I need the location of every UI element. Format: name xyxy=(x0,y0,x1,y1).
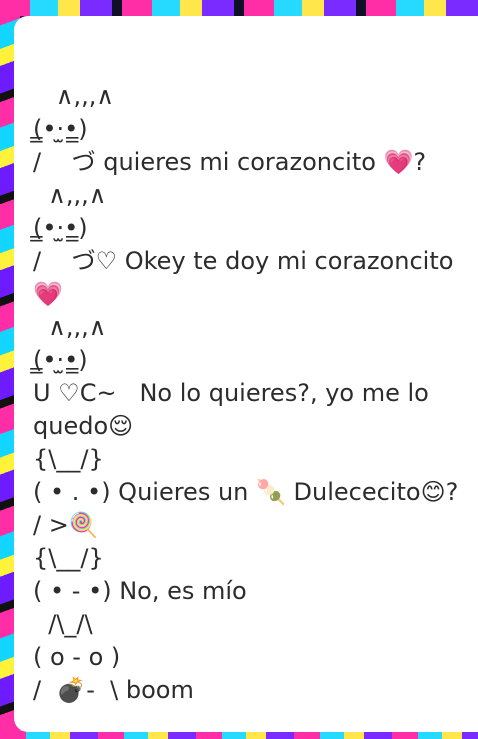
post-text-line: ( • . •) Quieres un 🍡 Dulececito😊? xyxy=(33,478,459,506)
post-text-line: {\__/} xyxy=(33,445,104,473)
background-artwork-bottom xyxy=(0,731,478,739)
post-text-line: {\__/} xyxy=(33,544,104,572)
background-artwork-top xyxy=(0,0,478,16)
post-card: ∧,,,∧ (̳•·̫•̳) / づ quieres mi corazoncit… xyxy=(14,16,478,732)
post-text-line: U ♡C~ No lo quieres?, yo me lo xyxy=(33,379,429,407)
post-text-line: ∧,,,∧ xyxy=(33,181,107,209)
post-text-line: ( • - •) No, es mío xyxy=(33,577,247,605)
post-text-line: 💗 xyxy=(33,280,63,308)
post-text-line: ∧,,,∧ xyxy=(33,82,114,110)
post-text-line: (̳•·̫•̳) xyxy=(33,346,88,374)
post-text-line: ∧,,,∧ xyxy=(33,313,107,341)
post-text-line: (̳•·̫•̳) xyxy=(33,115,88,143)
post-text-line: / >🍭 xyxy=(33,511,99,539)
post-text-line: ( o - o ) xyxy=(33,643,121,671)
post-text-line: quedo😌 xyxy=(33,412,134,440)
post-text-line: / づ quieres mi corazoncito 💗? xyxy=(33,148,427,176)
post-text-line: /\_/\ xyxy=(33,610,93,638)
post-text-line: (̳•·̫•̳) xyxy=(33,214,88,242)
post-text-line: / 💣- \ boom xyxy=(33,676,194,704)
post-text-line: / づ♡ Okey te doy mi corazoncito xyxy=(33,247,454,275)
